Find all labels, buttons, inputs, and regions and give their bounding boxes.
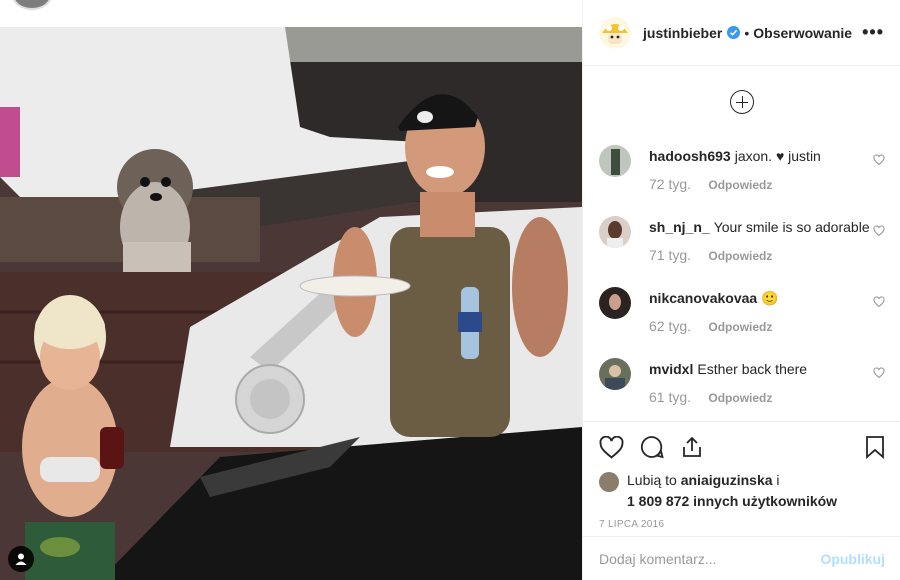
comment-username[interactable]: nikcanovakovaa bbox=[649, 290, 757, 306]
comment-time[interactable]: 71 tyg. bbox=[649, 247, 691, 263]
comment-avatar[interactable] bbox=[599, 358, 631, 390]
comment-username[interactable]: hadoosh693 bbox=[649, 148, 731, 164]
previous-avatar[interactable] bbox=[12, 0, 52, 10]
post-date[interactable]: 7 LIPCA 2016 bbox=[599, 519, 885, 530]
comment-avatar[interactable] bbox=[599, 145, 631, 177]
verified-badge-icon bbox=[727, 26, 741, 39]
liker-avatar[interactable] bbox=[599, 472, 619, 492]
action-icons-row bbox=[599, 432, 885, 462]
instagram-post-page: justinbieber • Obserwowanie ••• hadoosh6… bbox=[0, 0, 900, 580]
liker-username[interactable]: aniaiguzinska bbox=[681, 472, 773, 488]
post-header: justinbieber • Obserwowanie ••• bbox=[583, 0, 900, 66]
reply-button[interactable]: Odpowiedz bbox=[708, 391, 772, 405]
comment-bubble-icon[interactable] bbox=[640, 435, 664, 459]
bookmark-icon[interactable] bbox=[865, 435, 885, 459]
user-icon bbox=[15, 553, 27, 565]
post-actions: Lubią to aniaiguzinska i 1 809 872 innyc… bbox=[583, 421, 900, 530]
comment-text: Esther back there bbox=[697, 361, 808, 377]
comment-username[interactable]: mvidxl bbox=[649, 361, 693, 377]
comment-item: hadoosh693 jaxon. ♥ justin 72 tyg. Odpowi… bbox=[583, 137, 900, 208]
comment-like-heart-icon[interactable] bbox=[873, 224, 885, 242]
comments-list[interactable]: hadoosh693 jaxon. ♥ justin 72 tyg. Odpowi… bbox=[583, 67, 900, 421]
header-separator: • bbox=[744, 24, 750, 41]
add-comment-bar: Opublikuj bbox=[583, 536, 900, 580]
comment-item: sh_nj_n_ Your smile is so adorable 71 tyg… bbox=[583, 208, 900, 279]
post-side-panel: justinbieber • Obserwowanie ••• hadoosh6… bbox=[582, 0, 900, 580]
comment-time[interactable]: 61 tyg. bbox=[649, 389, 691, 405]
publish-comment-button[interactable]: Opublikuj bbox=[820, 551, 885, 567]
share-icon[interactable] bbox=[680, 435, 704, 459]
comment-input[interactable] bbox=[599, 550, 821, 567]
post-photo[interactable] bbox=[0, 27, 582, 580]
comment-like-heart-icon[interactable] bbox=[873, 153, 885, 171]
load-more-comments bbox=[583, 67, 900, 137]
more-options-button[interactable]: ••• bbox=[862, 22, 884, 43]
comment-text: 🙂 bbox=[761, 290, 779, 306]
mushroom-avatar-icon bbox=[599, 16, 631, 49]
following-button[interactable]: Obserwowanie bbox=[753, 25, 852, 41]
comment-username[interactable]: sh_nj_n_ bbox=[649, 219, 710, 235]
comment-avatar[interactable] bbox=[599, 287, 631, 319]
top-strip bbox=[0, 0, 582, 27]
reply-button[interactable]: Odpowiedz bbox=[708, 320, 772, 334]
comment-time[interactable]: 72 tyg. bbox=[649, 176, 691, 192]
reply-button[interactable]: Odpowiedz bbox=[708, 178, 772, 192]
comment-item: nikcanovakovaa 🙂 62 tyg. Odpowiedz bbox=[583, 279, 900, 350]
load-more-comments-icon[interactable] bbox=[730, 90, 754, 114]
author-avatar[interactable] bbox=[599, 16, 631, 49]
comment-text: jaxon. ♥ justin bbox=[734, 148, 821, 164]
comment-item: mvidxl Esther back there 61 tyg. Odpowied… bbox=[583, 350, 900, 421]
photo-illustration bbox=[0, 27, 582, 580]
tagged-users-button[interactable] bbox=[8, 546, 34, 572]
like-heart-icon[interactable] bbox=[599, 435, 624, 459]
likes-suffix: i bbox=[776, 472, 780, 488]
comment-text: Your smile is so adorable bbox=[713, 219, 870, 235]
likes-prefix: Lubią to bbox=[627, 472, 677, 488]
author-username[interactable]: justinbieber bbox=[643, 25, 722, 41]
comment-time[interactable]: 62 tyg. bbox=[649, 318, 691, 334]
likes-others-count[interactable]: 1 809 872 innych użytkowników bbox=[627, 492, 885, 510]
comment-avatar[interactable] bbox=[599, 216, 631, 248]
likes-summary: Lubią to aniaiguzinska i bbox=[599, 472, 885, 492]
comment-like-heart-icon[interactable] bbox=[873, 366, 885, 384]
reply-button[interactable]: Odpowiedz bbox=[708, 249, 772, 263]
comment-like-heart-icon[interactable] bbox=[873, 295, 885, 313]
